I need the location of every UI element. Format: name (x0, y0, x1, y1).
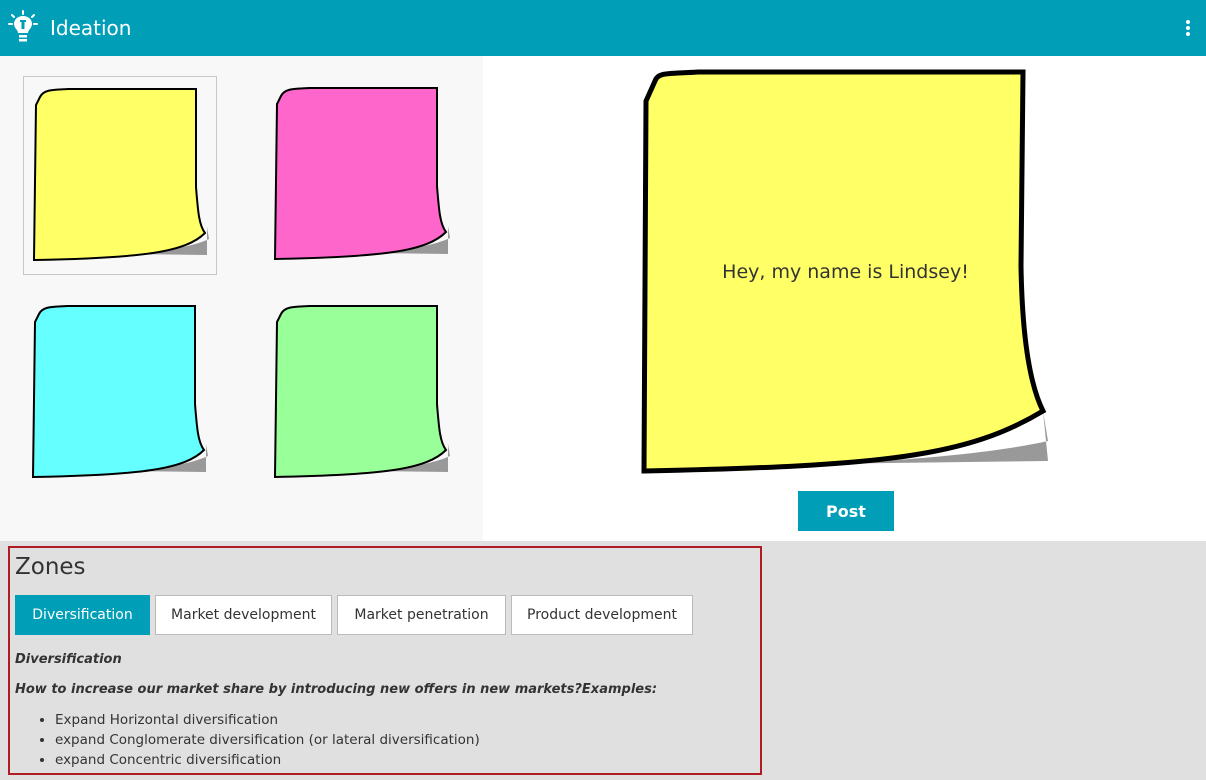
tab-market-penetration[interactable]: Market penetration (337, 595, 506, 635)
tab-diversification[interactable]: Diversification (15, 595, 150, 635)
swatch-yellow[interactable] (23, 76, 217, 275)
tab-market-development[interactable]: Market development (155, 595, 332, 635)
sticky-note-icon (273, 305, 450, 479)
sticky-note-icon (31, 305, 208, 479)
zones-title: Zones (15, 554, 86, 580)
app-header: Ideation (0, 0, 1206, 56)
list-item: Expand Horizontal diversification (55, 710, 480, 730)
sticky-note-icon (273, 87, 450, 261)
zone-examples: Expand Horizontal diversification expand… (15, 710, 480, 770)
kebab-menu-icon[interactable] (1180, 18, 1196, 38)
list-item: expand Concentric diversification (55, 750, 480, 770)
sticky-note-icon (32, 88, 209, 262)
zone-question: How to increase our market share by intr… (15, 682, 658, 697)
swatch-pink[interactable] (265, 76, 459, 275)
app-title: Ideation (50, 16, 132, 40)
tab-product-development[interactable]: Product development (511, 595, 693, 635)
lightbulb-icon (8, 10, 38, 42)
note-editor: Hey, my name is Lindsey! Post (483, 56, 1206, 541)
post-button[interactable]: Post (798, 491, 894, 531)
color-palette (0, 56, 483, 541)
zones-panel: Zones Diversification Market development… (8, 546, 762, 775)
zone-heading: Diversification (15, 652, 122, 667)
note-text[interactable]: Hey, my name is Lindsey! (648, 261, 1043, 283)
list-item: expand Conglomerate diversification (or … (55, 730, 480, 750)
swatch-cyan[interactable] (23, 294, 217, 493)
swatch-green[interactable] (265, 294, 459, 493)
